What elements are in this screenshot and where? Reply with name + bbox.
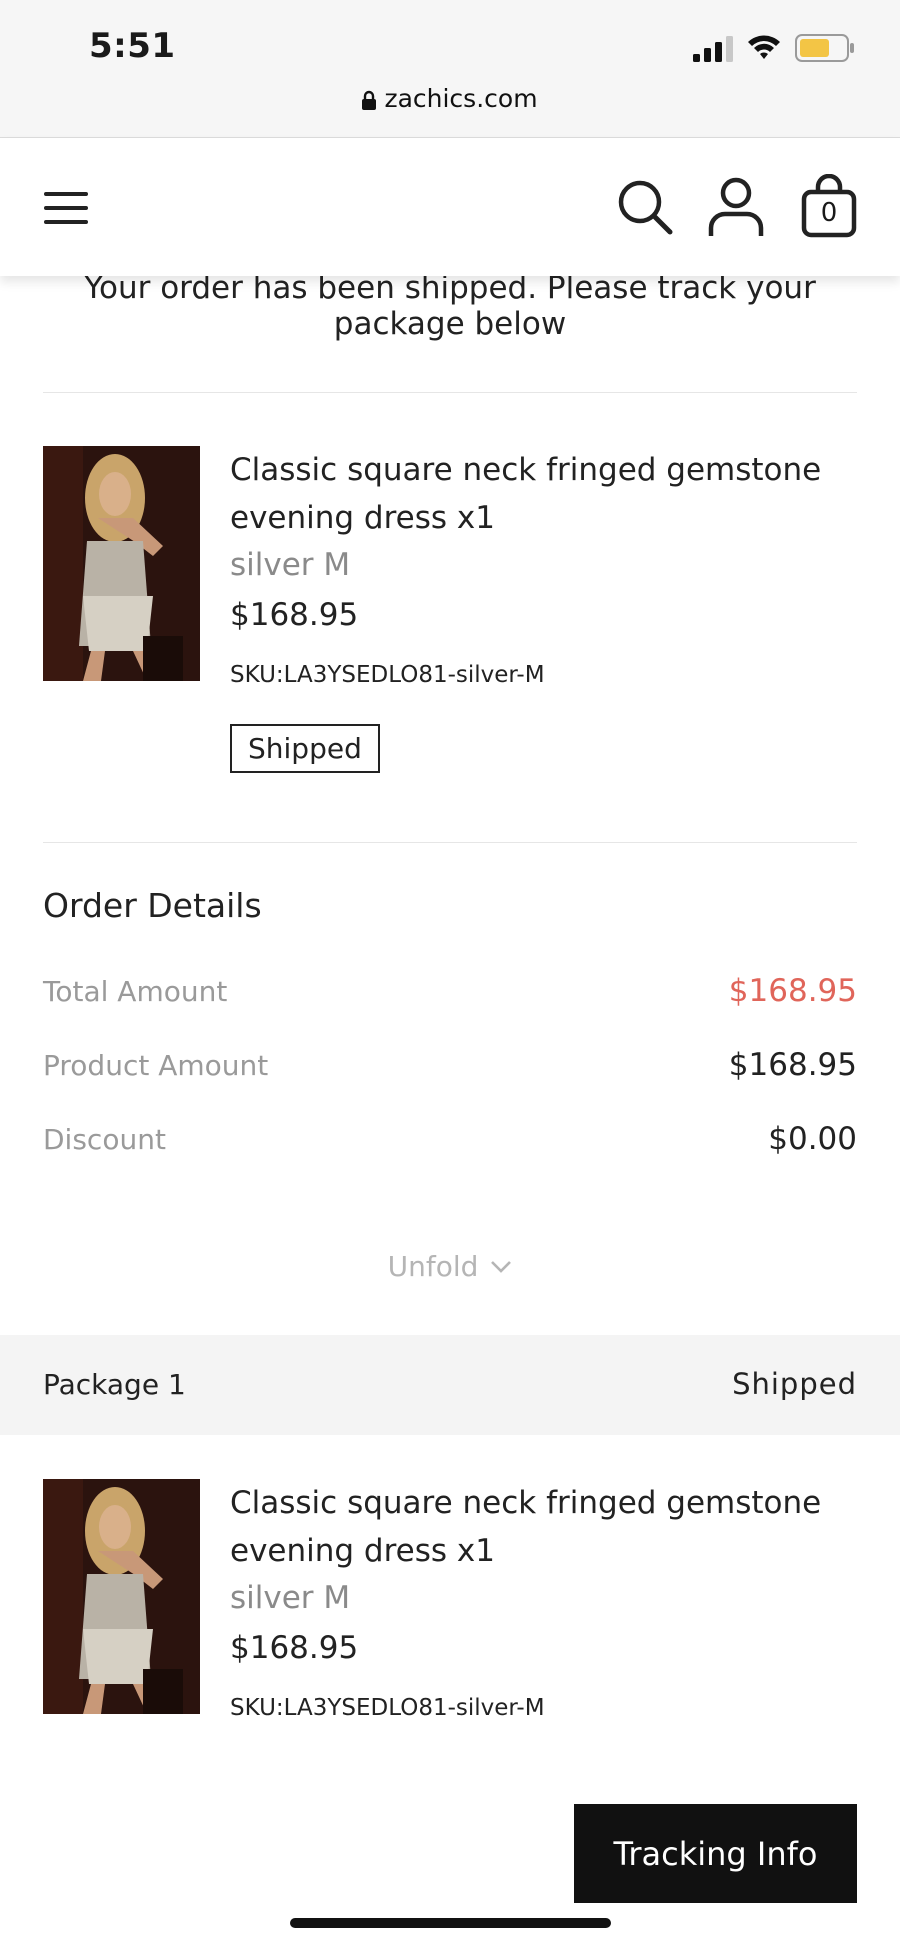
product-amount-value: $168.95	[728, 1047, 857, 1083]
shipping-notice: Your order has been shipped. Please trac…	[84, 270, 816, 342]
package-name: Package 1	[43, 1368, 186, 1401]
item-sku: SKU:LA3YSEDLO81-silver-M	[230, 662, 545, 688]
cellular-signal-icon	[693, 36, 733, 62]
site-header: 0	[0, 138, 900, 276]
discount-value: $0.00	[768, 1121, 857, 1157]
package-item: Classic square neck fringed gemstone eve…	[43, 1479, 857, 1739]
lock-icon	[362, 90, 377, 110]
divider	[43, 842, 857, 843]
item-variant: silver M	[230, 547, 351, 583]
order-item: Classic square neck fringed gemstone eve…	[43, 446, 857, 796]
item-info: Classic square neck fringed gemstone eve…	[230, 446, 850, 773]
product-amount-label: Product Amount	[43, 1049, 269, 1082]
cart-count: 0	[820, 198, 838, 228]
account-icon[interactable]	[705, 176, 767, 238]
item-price: $168.95	[230, 597, 359, 633]
url-text: zachics.com	[384, 84, 538, 113]
address-bar[interactable]: zachics.com	[0, 84, 900, 113]
order-details-title: Order Details	[43, 886, 262, 925]
package-status: Shipped	[732, 1367, 857, 1401]
package-item-info: Classic square neck fringed gemstone eve…	[230, 1479, 850, 1723]
discount-label: Discount	[43, 1123, 166, 1156]
package-item-title[interactable]: Classic square neck fringed gemstone eve…	[230, 1479, 850, 1575]
status-time: 5:51	[89, 26, 176, 66]
home-indicator[interactable]	[290, 1918, 611, 1928]
item-title[interactable]: Classic square neck fringed gemstone eve…	[230, 446, 850, 542]
total-amount-label: Total Amount	[43, 975, 228, 1008]
product-image[interactable]	[43, 1479, 200, 1714]
status-bar: 5:51 zachics.com	[0, 0, 900, 138]
tracking-info-button[interactable]: Tracking Info	[574, 1804, 857, 1903]
item-status-badge: Shipped	[230, 724, 380, 773]
package-header: Package 1 Shipped	[0, 1335, 900, 1435]
package-item-variant: silver M	[230, 1580, 351, 1616]
total-amount-value: $168.95	[728, 973, 857, 1009]
divider	[43, 392, 857, 393]
product-image[interactable]	[43, 446, 200, 681]
unfold-toggle[interactable]: Unfold	[0, 1250, 900, 1283]
menu-icon[interactable]	[42, 189, 90, 227]
package-item-sku: SKU:LA3YSEDLO81-silver-M	[230, 1695, 545, 1721]
battery-icon	[795, 34, 854, 62]
wifi-icon	[748, 35, 780, 59]
chevron-down-icon	[491, 1261, 512, 1273]
cart-button[interactable]: 0	[800, 173, 858, 238]
unfold-label: Unfold	[387, 1250, 479, 1283]
search-icon[interactable]	[616, 178, 674, 236]
package-item-price: $168.95	[230, 1630, 359, 1666]
